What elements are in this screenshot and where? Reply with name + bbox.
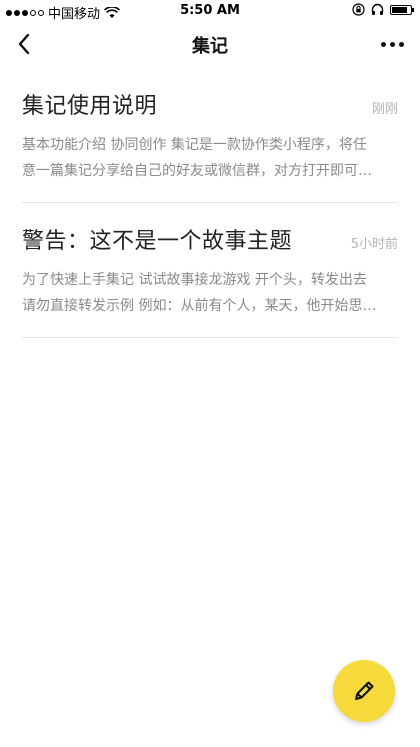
note-title: 警告：这不是一个故事主题: [22, 229, 293, 254]
page-title: 集记: [192, 36, 228, 57]
note-title: 集记使用说明: [22, 94, 158, 119]
more-dot-icon: [389, 41, 395, 47]
note-card-header: 警告：这不是一个故事主题 5小时前: [22, 223, 398, 255]
pencil-icon: [355, 681, 374, 700]
more-options-button[interactable]: [378, 34, 406, 54]
note-description: 为了快速上手集记 试试故事接龙游戏 开个头，转发出去 请勿直接转发示例 例如：从…: [22, 267, 398, 319]
new-note-button[interactable]: [333, 660, 395, 722]
screen: 中国移动 5:50 AM 集记 集记使用说明 刚刚 基本功能介绍 协同创作 集记…: [0, 0, 420, 747]
note-description: 基本功能介绍 协同创作 集记是一款协作类小程序，将任 意一篇集记分享给自己的好友…: [22, 132, 398, 184]
more-dot-icon: [398, 41, 404, 47]
battery-icon: [390, 4, 414, 15]
status-right: [352, 3, 414, 16]
note-card[interactable]: 警告：这不是一个故事主题 5小时前 为了快速上手集记 试试故事接龙游戏 开个头，…: [22, 203, 398, 338]
more-dot-icon: [380, 41, 386, 47]
orientation-lock-icon: [352, 3, 365, 16]
battery-fill: [392, 6, 408, 13]
note-card[interactable]: 集记使用说明 刚刚 基本功能介绍 协同创作 集记是一款协作类小程序，将任 意一篇…: [22, 68, 398, 203]
note-description-line: 请勿直接转发示例 例如：从前有个人，某天，他开始思…: [22, 298, 377, 314]
note-description-line: 意一篇集记分享给自己的好友或微信群，对方打开即可…: [22, 163, 372, 179]
note-description-line: 基本功能介绍 协同创作 集记是一款协作类小程序，将任: [22, 137, 367, 153]
note-description-line: 为了快速上手集记 试试故事接龙游戏 开个头，转发出去: [22, 272, 367, 288]
note-card-header: 集记使用说明 刚刚: [22, 88, 398, 120]
note-time: 5小时前: [350, 237, 398, 252]
note-time: 刚刚: [371, 102, 398, 117]
status-bar: 中国移动 5:50 AM: [0, 0, 420, 22]
headphones-icon: [371, 3, 384, 15]
nav-bar: 集记: [0, 22, 420, 66]
note-list: 集记使用说明 刚刚 基本功能介绍 协同创作 集记是一款协作类小程序，将任 意一篇…: [0, 68, 420, 338]
